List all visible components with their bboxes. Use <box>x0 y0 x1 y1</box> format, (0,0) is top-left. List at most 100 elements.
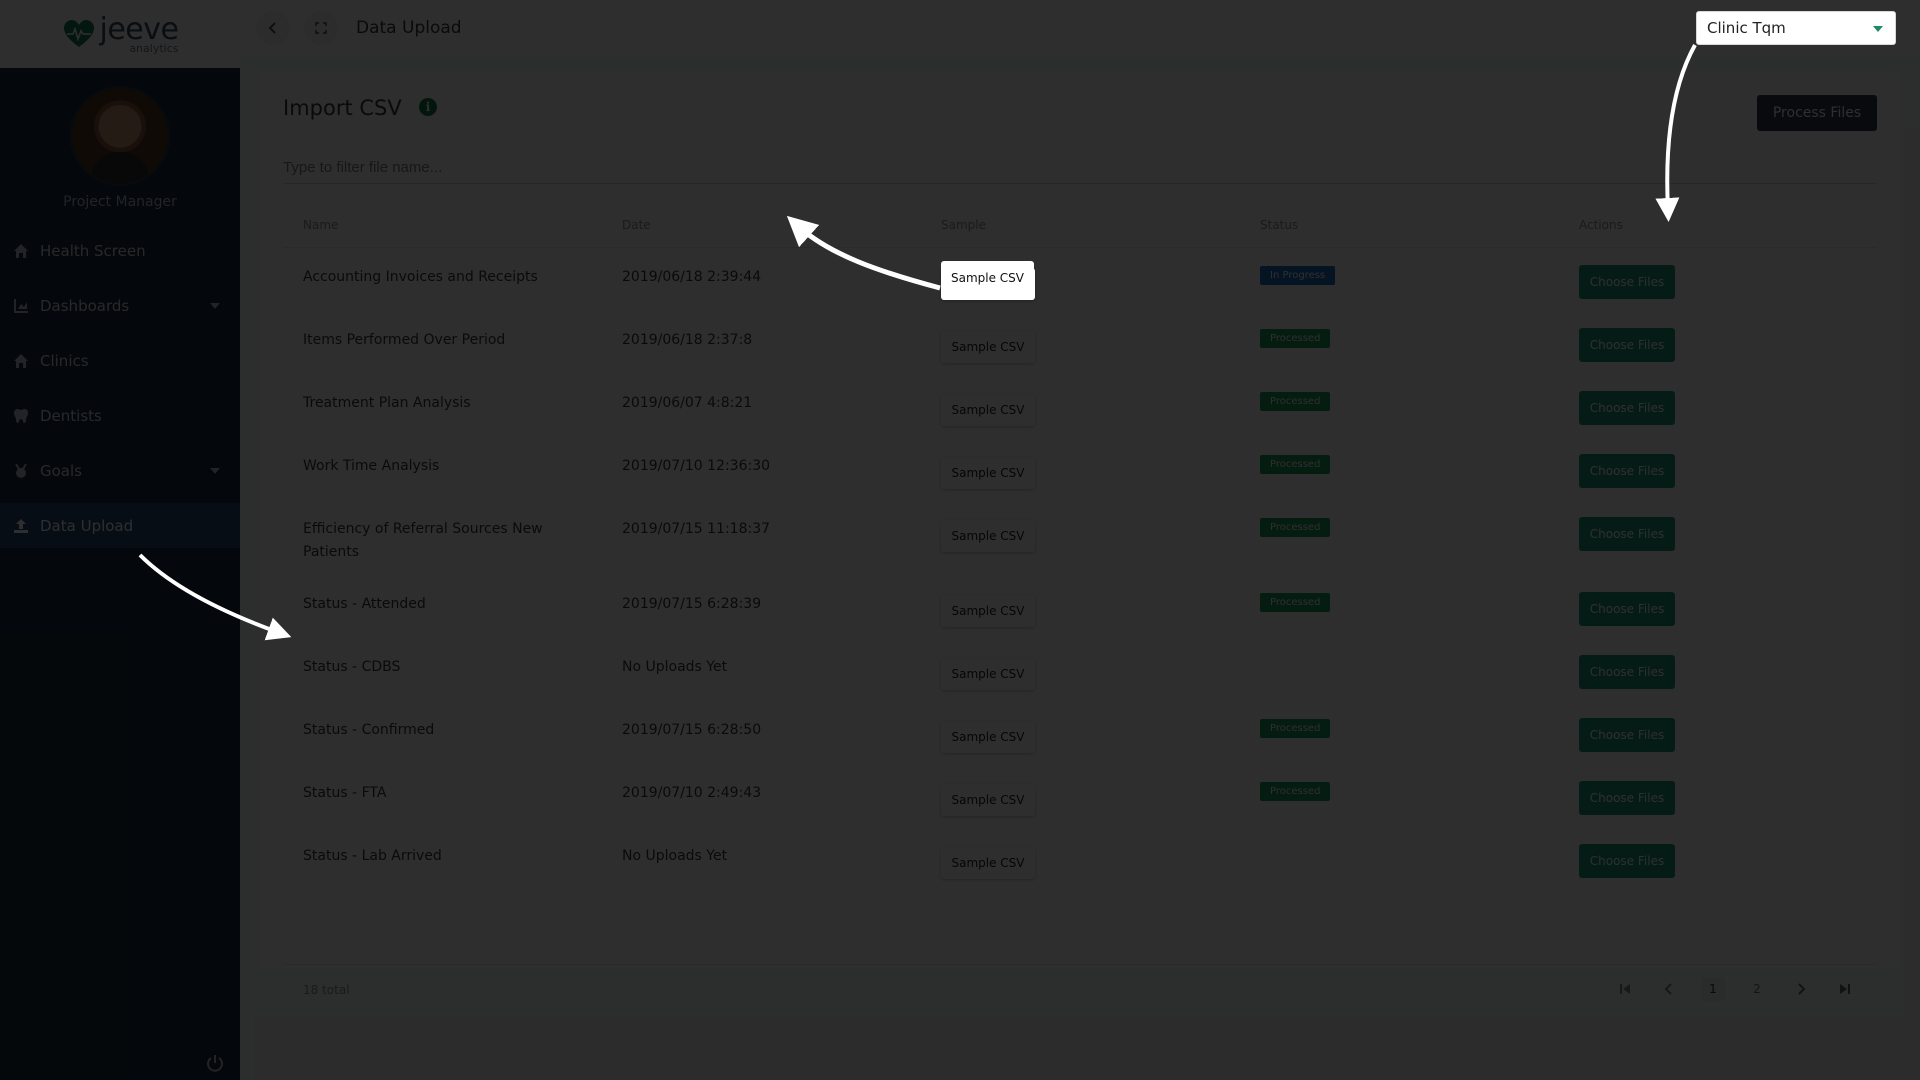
files-table: Name Date Sample Status Actions Accounti… <box>283 202 1877 1001</box>
sidebar-item-health-screen[interactable]: Health Screen <box>0 228 240 273</box>
fullscreen-button[interactable] <box>304 10 338 45</box>
fullscreen-icon <box>315 21 327 34</box>
info-icon[interactable]: i <box>419 98 437 116</box>
status-badge: In Progress <box>1260 266 1336 285</box>
row-date: 2019/07/10 2:49:43 <box>622 785 762 801</box>
row-date: 2019/07/15 11:18:37 <box>622 521 771 537</box>
table-row: Work Time Analysis 2019/07/10 12:36:30 S… <box>283 437 1877 500</box>
card-title: Import CSV <box>283 96 402 120</box>
clinic-select-highlight[interactable]: Clinic Tqm <box>1696 11 1896 45</box>
sample-csv-button[interactable]: Sample CSV <box>941 784 1035 816</box>
next-page-icon[interactable] <box>1789 977 1813 1001</box>
filter-input[interactable] <box>283 152 1877 184</box>
row-name: Efficiency of Referral Sources New Patie… <box>303 521 543 560</box>
sample-csv-highlight[interactable]: Sample CSV <box>941 261 1034 295</box>
chevron-left-icon <box>268 21 276 34</box>
page-2[interactable]: 2 <box>1745 977 1769 1001</box>
power-icon[interactable] <box>206 1054 224 1072</box>
chart-icon <box>12 297 30 315</box>
sidebar-item-label: Goals <box>40 461 82 480</box>
page-title: Data Upload <box>356 17 462 38</box>
table-row: Efficiency of Referral Sources New Patie… <box>283 500 1877 575</box>
choose-files-button[interactable]: Choose Files <box>1579 454 1675 488</box>
logo-word: jeeve <box>99 11 179 47</box>
row-date: 2019/07/15 6:28:39 <box>622 596 762 612</box>
import-csv-card: Import CSV i Process Files Name Date Sam… <box>259 72 1901 1001</box>
sidebar-item-label: Data Upload <box>40 516 134 535</box>
sample-csv-button[interactable]: Sample CSV <box>941 658 1035 690</box>
sidebar: jeeve analytics Project Manager Health S… <box>0 0 240 1080</box>
status-badge: Processed <box>1260 455 1331 474</box>
header-name[interactable]: Name <box>283 218 602 232</box>
row-name: Treatment Plan Analysis <box>303 395 471 411</box>
table-row: Treatment Plan Analysis 2019/06/07 4:8:2… <box>283 374 1877 437</box>
prev-page-icon[interactable] <box>1657 977 1681 1001</box>
pagination: 1 2 <box>1613 977 1857 1001</box>
upload-icon <box>12 517 30 535</box>
header-date[interactable]: Date <box>602 218 921 232</box>
header-status: Status <box>1260 217 1299 232</box>
row-name: Status - Lab Arrived <box>303 848 442 864</box>
status-badge: Processed <box>1260 392 1331 411</box>
row-date: No Uploads Yet <box>622 659 728 675</box>
row-name: Status - CDBS <box>303 659 401 675</box>
page-1[interactable]: 1 <box>1701 977 1725 1001</box>
row-date: 2019/07/10 12:36:30 <box>622 458 771 474</box>
total-count: 18 total <box>303 983 350 997</box>
sidebar-item-label: Clinics <box>40 351 89 370</box>
choose-files-button[interactable]: Choose Files <box>1579 391 1675 425</box>
sample-csv-button[interactable]: Sample CSV <box>941 520 1035 552</box>
row-date: No Uploads Yet <box>622 848 728 864</box>
back-button[interactable] <box>256 10 290 45</box>
choose-files-button[interactable]: Choose Files <box>1579 655 1675 689</box>
sidebar-item-label: Health Screen <box>40 241 146 260</box>
sample-csv-button[interactable]: Sample CSV <box>941 595 1035 627</box>
sample-csv-button[interactable]: Sample CSV <box>941 721 1035 753</box>
sample-csv-button[interactable]: Sample CSV <box>941 331 1035 363</box>
chevron-down-icon <box>210 467 220 474</box>
table-row: Status - FTA 2019/07/10 2:49:43 Sample C… <box>283 764 1877 827</box>
status-badge: Processed <box>1260 782 1331 801</box>
sidebar-item-dashboards[interactable]: Dashboards <box>0 283 240 328</box>
status-badge: Processed <box>1260 719 1331 738</box>
row-date: 2019/07/15 6:28:50 <box>622 722 762 738</box>
heart-logo-icon <box>63 20 94 47</box>
sidebar-item-clinics[interactable]: Clinics <box>0 338 240 383</box>
table-row: Items Performed Over Period 2019/06/18 2… <box>283 311 1877 374</box>
sidebar-item-goals[interactable]: Goals <box>0 448 240 493</box>
sidebar-item-data-upload[interactable]: Data Upload <box>0 503 240 548</box>
first-page-icon[interactable] <box>1613 977 1637 1001</box>
row-name: Status - Attended <box>303 596 426 612</box>
status-badge: Processed <box>1260 518 1331 537</box>
logo-sub: analytics <box>129 41 179 55</box>
profile-role: Project Manager <box>63 194 177 210</box>
avatar[interactable] <box>70 86 170 186</box>
sidebar-nav: Health Screen Dashboards Clinics Dentist… <box>0 228 240 548</box>
choose-files-button[interactable]: Choose Files <box>1579 592 1675 626</box>
choose-files-button[interactable]: Choose Files <box>1579 265 1675 299</box>
row-name: Accounting Invoices and Receipts <box>303 269 538 285</box>
home-icon <box>12 352 30 370</box>
chevron-down-icon <box>1873 26 1883 32</box>
logo[interactable]: jeeve analytics <box>0 0 240 68</box>
chevron-down-icon <box>210 302 220 309</box>
choose-files-button[interactable]: Choose Files <box>1579 844 1675 878</box>
header-sample: Sample <box>941 217 986 232</box>
choose-files-button[interactable]: Choose Files <box>1579 517 1675 551</box>
row-date: 2019/06/07 4:8:21 <box>622 395 753 411</box>
last-page-icon[interactable] <box>1833 977 1857 1001</box>
choose-files-button[interactable]: Choose Files <box>1579 328 1675 362</box>
choose-files-button[interactable]: Choose Files <box>1579 781 1675 815</box>
process-files-button[interactable]: Process Files <box>1757 95 1877 131</box>
sample-csv-button[interactable]: Sample CSV <box>941 457 1035 489</box>
table-row: Status - CDBS No Uploads Yet Sample CSV … <box>283 638 1877 701</box>
table-row: Status - Lab Arrived No Uploads Yet Samp… <box>283 827 1877 890</box>
sample-csv-button[interactable]: Sample CSV <box>941 847 1035 879</box>
sidebar-item-dentists[interactable]: Dentists <box>0 393 240 438</box>
choose-files-button[interactable]: Choose Files <box>1579 718 1675 752</box>
tooth-icon <box>12 407 30 425</box>
row-name: Items Performed Over Period <box>303 332 506 348</box>
row-name: Work Time Analysis <box>303 458 440 474</box>
sample-csv-button[interactable]: Sample CSV <box>941 394 1035 426</box>
table-row: Status - Attended 2019/07/15 6:28:39 Sam… <box>283 575 1877 638</box>
